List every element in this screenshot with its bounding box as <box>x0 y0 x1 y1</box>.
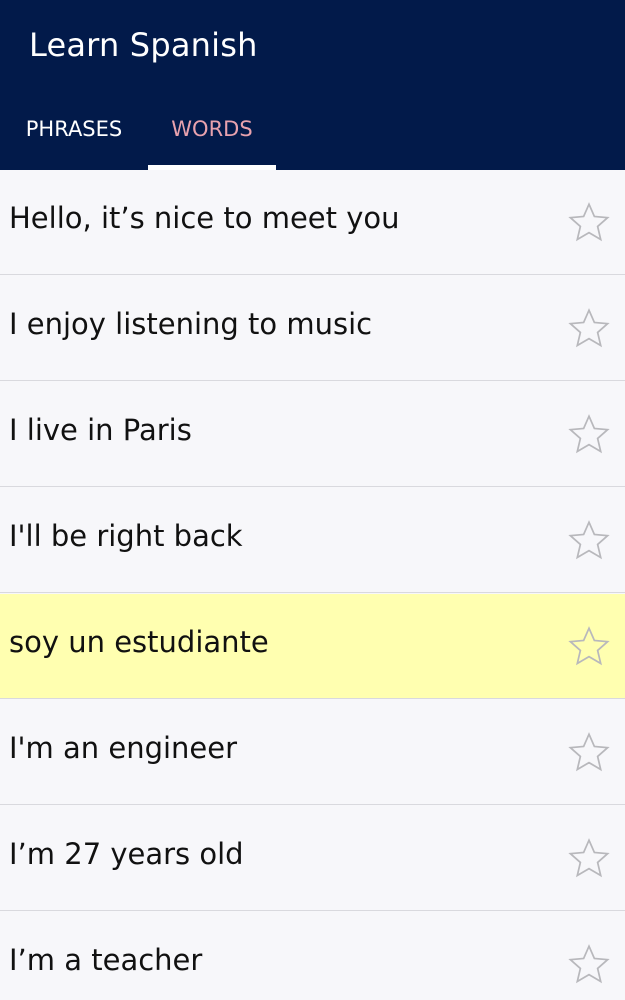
list-item[interactable]: I’m a teacher <box>0 912 625 1000</box>
app-bar: Learn Spanish PHRASES WORDS <box>0 0 625 170</box>
tab-phrases[interactable]: PHRASES <box>0 100 148 170</box>
list-item[interactable]: I live in Paris <box>0 382 625 487</box>
list-item-text: I’m 27 years old <box>9 837 244 871</box>
list-item[interactable]: I’m 27 years old <box>0 806 625 911</box>
tab-words[interactable]: WORDS <box>148 100 276 170</box>
tab-bar: PHRASES WORDS <box>0 100 625 170</box>
list-item-highlighted[interactable]: soy un estudiante <box>0 594 625 699</box>
star-outline-icon[interactable] <box>566 942 612 988</box>
list-item-text: Hello, it’s nice to meet you <box>9 201 400 235</box>
star-outline-icon[interactable] <box>566 624 612 670</box>
app-title: Learn Spanish <box>29 26 258 64</box>
phrase-list: Hello, it’s nice to meet you I enjoy lis… <box>0 170 625 1000</box>
list-item[interactable]: Hello, it’s nice to meet you <box>0 170 625 275</box>
star-outline-icon[interactable] <box>566 306 612 352</box>
star-outline-icon[interactable] <box>566 730 612 776</box>
list-item-text: I'll be right back <box>9 519 243 553</box>
list-item-text: I enjoy listening to music <box>9 307 373 341</box>
list-item[interactable]: I'm an engineer <box>0 700 625 805</box>
list-item[interactable]: I enjoy listening to music <box>0 276 625 381</box>
list-item-text: soy un estudiante <box>9 625 269 659</box>
star-outline-icon[interactable] <box>566 412 612 458</box>
star-outline-icon[interactable] <box>566 200 612 246</box>
list-item-text: I’m a teacher <box>9 943 203 977</box>
star-outline-icon[interactable] <box>566 836 612 882</box>
list-item-text: I live in Paris <box>9 413 192 447</box>
list-item-text: I'm an engineer <box>9 731 238 765</box>
star-outline-icon[interactable] <box>566 518 612 564</box>
list-item[interactable]: I'll be right back <box>0 488 625 593</box>
